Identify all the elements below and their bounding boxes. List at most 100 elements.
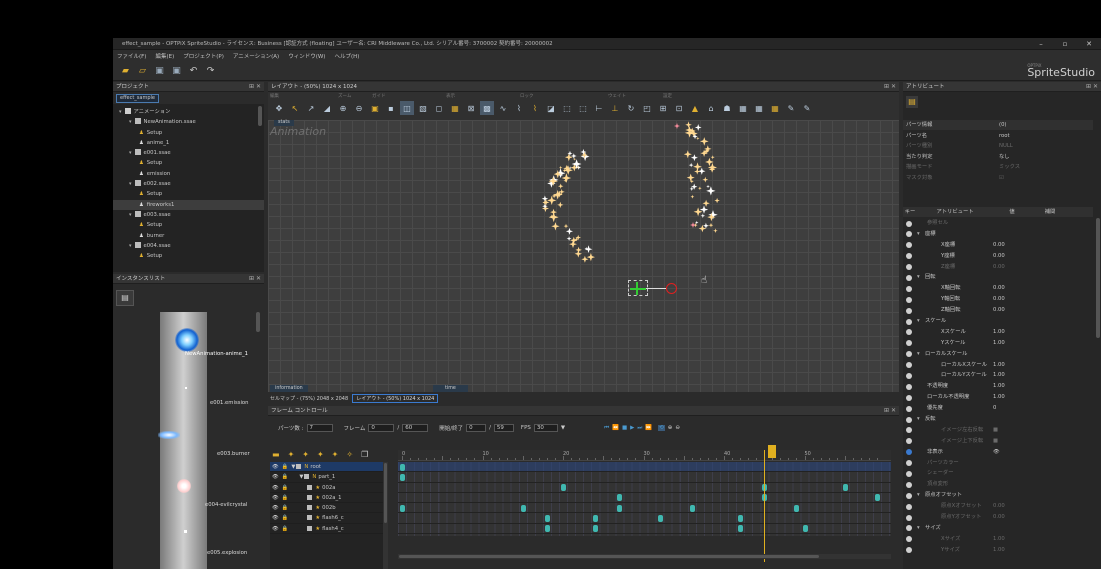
playback-controls[interactable]: ⏮⏪■▶⏭⏩ (604, 425, 655, 432)
attribute-row[interactable]: イメージ上下反転 ■ (903, 436, 1093, 447)
key-indicator[interactable] (906, 372, 912, 379)
instance-label[interactable]: e005.explosion (207, 550, 247, 556)
menu-project[interactable]: プロジェクト(P) (183, 52, 224, 60)
tab-cellmap[interactable]: セルマップ - (75%) 2048 x 2048 (270, 395, 348, 402)
redo-icon[interactable]: ↷ (204, 64, 217, 77)
project-tree-item[interactable]: ▾ e003.ssae (113, 210, 264, 220)
layout-tool-icon[interactable]: ◻ (432, 101, 446, 115)
layout-tool-icon[interactable]: ⌇ (512, 101, 526, 115)
attribute-row[interactable]: X軸回転 0.00 (903, 283, 1093, 295)
attribute-row[interactable]: ▾ サイズ (903, 523, 1093, 534)
keyframe-marker[interactable] (593, 515, 599, 522)
attribute-row[interactable]: Xスケール 1.00 (903, 327, 1093, 338)
loop-icon[interactable]: ⟲ (658, 425, 665, 431)
range-start-field[interactable]: 0 (466, 424, 487, 432)
visibility-icon[interactable]: 👁 (272, 505, 279, 511)
visibility-icon[interactable]: 👁 (272, 464, 279, 470)
timeline-part-row[interactable]: 👁 🔒 ★ flash6_c (270, 513, 383, 524)
attribute-row[interactable]: ▾ 回転 (903, 272, 1093, 284)
attribute-row[interactable]: Z軸回転 0.00 (903, 305, 1093, 317)
tab-layout[interactable]: レイアウト - (50%) 1024 x 1024 (352, 393, 439, 403)
layout-tool-icon[interactable]: ⬚ (560, 101, 574, 115)
attribute-row[interactable]: Yスケール 1.00 (903, 338, 1093, 349)
attribute-scrollbar[interactable] (1096, 218, 1100, 338)
keyframe-marker[interactable] (689, 504, 695, 512)
instance-scrollbar[interactable] (256, 312, 260, 332)
keyframe-marker[interactable] (874, 494, 880, 502)
key-indicator[interactable] (906, 383, 912, 390)
fps-field[interactable]: 30 (533, 424, 558, 432)
menu-edit[interactable]: 編集(E) (155, 52, 174, 60)
attribute-settings-icon[interactable]: ▤ (906, 96, 918, 108)
timeline-part-row[interactable]: 👁 🔒 ▼ Nroot (270, 462, 383, 473)
layout-tool-icon[interactable]: ▦ (448, 101, 462, 115)
layout-tool-icon[interactable]: ↻ (624, 101, 638, 115)
layout-tool-icon[interactable]: ∿ (496, 101, 510, 115)
layout-tool-icon[interactable]: ↗ (304, 101, 318, 115)
layout-tool-icon[interactable]: ▪ (384, 101, 398, 115)
attribute-row[interactable]: パーツカラー (903, 458, 1093, 469)
layout-tool-icon[interactable]: ▦ (752, 101, 766, 115)
timeline-ruler[interactable]: 0 10 20 30 40 50 (398, 450, 891, 461)
keyframe-marker[interactable] (561, 484, 566, 492)
key-indicator[interactable] (906, 394, 912, 401)
timeline-part-row[interactable]: 👁 🔒 ▼ Npart_1 (270, 472, 383, 483)
key-indicator[interactable] (906, 438, 912, 445)
key-indicator[interactable] (906, 503, 912, 510)
attribute-row[interactable]: ▾ スケール (903, 316, 1093, 327)
playhead[interactable] (764, 450, 766, 562)
layout-tool-icon[interactable]: ☗ (720, 101, 734, 115)
attribute-row[interactable]: 参照セル (903, 218, 1093, 229)
key-indicator[interactable] (906, 220, 912, 227)
key-indicator[interactable] (906, 362, 912, 369)
visibility-icon[interactable]: 👁 (272, 485, 279, 491)
instance-label[interactable]: e003.burner (217, 451, 250, 457)
attribute-row[interactable]: Z座標 0.00 (903, 262, 1093, 273)
attribute-row[interactable]: ▾ 座標 (903, 229, 1093, 240)
project-tree-item[interactable]: ♟ emission (113, 169, 264, 179)
project-tree-item[interactable]: ▾ アニメーション (113, 107, 264, 117)
rotation-handle-icon[interactable] (666, 283, 677, 294)
keyframe-marker[interactable] (794, 504, 800, 512)
timeline-scrollbar[interactable] (398, 554, 891, 559)
key-indicator[interactable] (906, 329, 912, 336)
attribute-row[interactable]: ▾ 反転 (903, 414, 1093, 425)
layout-viewport[interactable]: stats Animation ☝ information time (268, 120, 899, 392)
keyframe-marker[interactable] (400, 473, 405, 481)
project-scrollbar[interactable] (258, 106, 262, 126)
project-tree-item[interactable]: ♟ anime_1 (113, 138, 264, 148)
layout-tool-icon[interactable]: ✎ (784, 101, 798, 115)
keyframe-marker[interactable] (657, 515, 663, 522)
keyframe-marker[interactable] (738, 525, 744, 533)
key-indicator[interactable] (906, 231, 912, 238)
lock-icon[interactable]: 🔒 (282, 485, 289, 491)
project-tree-item[interactable]: ♟ Setup (113, 220, 264, 230)
attribute-row[interactable]: Xサイズ 1.00 (903, 534, 1093, 545)
save-icon[interactable]: ▣ (153, 64, 166, 77)
minimize-button[interactable]: – (1029, 38, 1053, 50)
attribute-row[interactable]: Yサイズ 1.00 (903, 545, 1093, 556)
copy-key-icon[interactable]: ✦ (317, 450, 324, 459)
key-indicator[interactable] (906, 242, 912, 249)
tab-time[interactable]: time (433, 385, 468, 392)
attribute-row[interactable]: Y軸回転 0.00 (903, 294, 1093, 306)
lock-icon[interactable]: 🔒 (282, 505, 289, 511)
lock-icon[interactable]: 🔒 (282, 464, 289, 470)
instance-label[interactable]: e004-evilcrystal (205, 502, 247, 508)
layout-tool-icon[interactable]: ◫ (400, 101, 414, 115)
layout-tool-icon[interactable]: ⊞ (656, 101, 670, 115)
key-indicator[interactable] (906, 514, 912, 521)
layout-tool-icon[interactable]: ⊠ (464, 101, 478, 115)
keyframe-marker[interactable] (593, 525, 599, 533)
key-indicator[interactable] (906, 285, 912, 292)
menu-animation[interactable]: アニメーション(A) (233, 52, 279, 60)
layout-tool-icon[interactable]: ↖ (288, 101, 302, 115)
project-tree-item[interactable]: ♟ fireworks1 (113, 199, 264, 210)
tab-effect-sample[interactable]: effect_sample (116, 94, 159, 103)
key-indicator[interactable] (906, 340, 912, 347)
frame-total-field[interactable]: 60 (402, 424, 429, 432)
key-indicator[interactable] (906, 318, 912, 325)
key-indicator[interactable] (906, 307, 912, 314)
attribute-row[interactable]: イメージ左右反転 ■ (903, 425, 1093, 436)
attribute-row[interactable]: 原点Xオフセット 0.00 (903, 501, 1093, 513)
